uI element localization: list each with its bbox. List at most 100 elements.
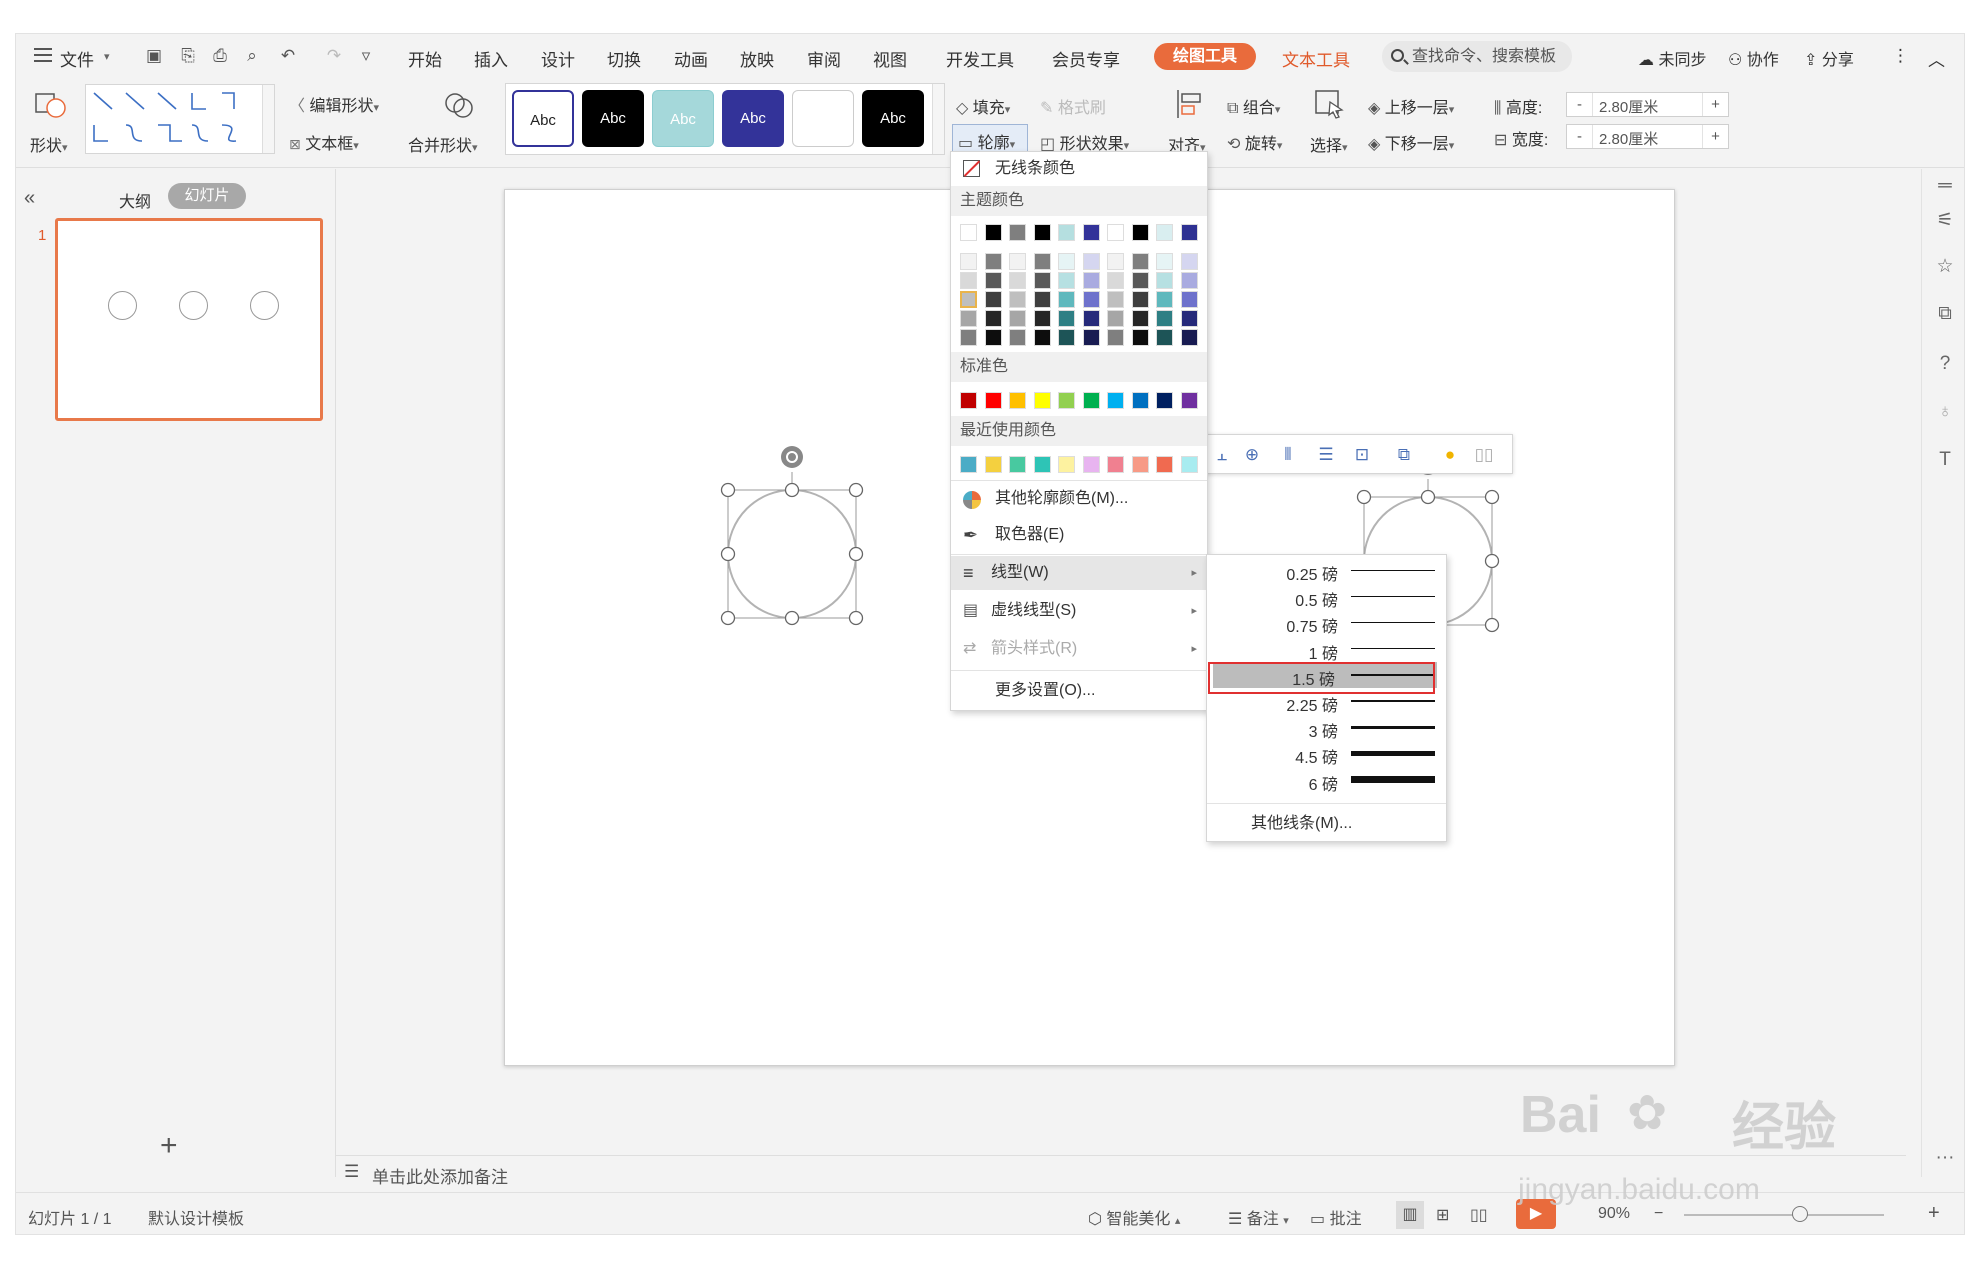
theme-shade-swatch[interactable] bbox=[1082, 329, 1100, 346]
theme-shade-swatch[interactable] bbox=[1131, 310, 1149, 327]
theme-shade-swatch[interactable] bbox=[1180, 291, 1198, 308]
distribute-horizontal-icon[interactable]: ⫴ bbox=[1277, 445, 1299, 465]
theme-color-swatch[interactable] bbox=[1033, 224, 1051, 241]
standard-color-swatch[interactable] bbox=[1180, 392, 1198, 409]
redo-icon[interactable]: ↷ bbox=[324, 46, 344, 66]
edit-shape-button[interactable]: 〈 编辑形状▾ bbox=[289, 92, 379, 116]
theme-shade-swatch[interactable] bbox=[1009, 272, 1026, 289]
select-button[interactable]: 选择▾ bbox=[1310, 132, 1348, 156]
theme-color-swatch[interactable] bbox=[1058, 224, 1075, 241]
text-box-button[interactable]: ⊠ 文本框▾ bbox=[289, 130, 359, 154]
standard-color-swatch[interactable] bbox=[1156, 392, 1173, 409]
tab-design[interactable]: 设计 bbox=[541, 46, 575, 71]
rotate-button[interactable]: ⟲ 旋转▾ bbox=[1227, 130, 1282, 154]
theme-shade-swatch[interactable] bbox=[1180, 310, 1198, 327]
align-icon[interactable] bbox=[1174, 88, 1208, 120]
fill-button[interactable]: ◇ 填充▾ bbox=[956, 94, 1010, 118]
theme-shade-swatch[interactable] bbox=[1107, 272, 1124, 289]
tab-view[interactable]: 视图 bbox=[873, 46, 907, 71]
eyedropper-item[interactable]: ✒ 取色器(E) bbox=[951, 518, 1207, 552]
theme-color-swatch[interactable] bbox=[1131, 224, 1149, 241]
file-menu[interactable]: 文件 bbox=[60, 46, 94, 71]
lightbulb-icon[interactable]: ● bbox=[1439, 445, 1461, 465]
theme-color-swatch[interactable] bbox=[1180, 224, 1198, 241]
theme-shade-swatch[interactable] bbox=[1107, 310, 1124, 327]
theme-shade-swatch[interactable] bbox=[1009, 329, 1026, 346]
theme-shade-swatch[interactable] bbox=[1180, 272, 1198, 289]
tab-slideshow[interactable]: 放映 bbox=[740, 46, 774, 71]
theme-shade-swatch[interactable] bbox=[984, 253, 1002, 270]
theme-shade-swatch[interactable] bbox=[1058, 272, 1075, 289]
align-bottom-icon[interactable]: ⫠ bbox=[1211, 445, 1233, 465]
theme-shade-swatch[interactable] bbox=[960, 291, 977, 308]
style-white[interactable] bbox=[792, 90, 854, 147]
theme-shade-swatch[interactable] bbox=[1156, 329, 1173, 346]
circle-shape-left[interactable] bbox=[720, 446, 864, 626]
line-weight-option[interactable]: 0.75 磅 bbox=[1207, 609, 1446, 636]
theme-shade-swatch[interactable] bbox=[1058, 291, 1075, 308]
theme-shade-swatch[interactable] bbox=[1033, 291, 1051, 308]
theme-shade-swatch[interactable] bbox=[1082, 310, 1100, 327]
shape-style-gallery[interactable]: Abc Abc Abc Abc Abc bbox=[505, 83, 945, 155]
bring-forward-button[interactable]: ◈ 上移一层▾ bbox=[1368, 94, 1454, 118]
sync-status[interactable]: ☁ 未同步 bbox=[1638, 46, 1706, 70]
recent-color-swatch[interactable] bbox=[1180, 456, 1198, 473]
outline-button[interactable]: ▭ 轮廓▾ bbox=[952, 124, 1028, 152]
theme-shade-swatch[interactable] bbox=[960, 272, 977, 289]
width-value[interactable]: 2.80厘米 bbox=[1599, 128, 1658, 149]
theme-color-swatch[interactable] bbox=[960, 224, 977, 241]
theme-shade-swatch[interactable] bbox=[960, 329, 977, 346]
recent-color-swatch[interactable] bbox=[1058, 456, 1075, 473]
line-weight-option[interactable]: 4.5 磅 bbox=[1207, 740, 1446, 767]
theme-shade-swatch[interactable] bbox=[1180, 329, 1198, 346]
theme-shade-swatch[interactable] bbox=[960, 253, 977, 270]
share-button[interactable]: ⇪ 分享 bbox=[1804, 46, 1854, 70]
theme-shade-swatch[interactable] bbox=[1131, 253, 1149, 270]
style-indigo[interactable]: Abc bbox=[722, 90, 784, 147]
theme-color-swatch[interactable] bbox=[1156, 224, 1173, 241]
standard-color-swatch[interactable] bbox=[1082, 392, 1100, 409]
theme-shade-swatch[interactable] bbox=[984, 310, 1002, 327]
line-shape-gallery[interactable] bbox=[85, 84, 275, 154]
more-settings-item[interactable]: 更多设置(O)... bbox=[951, 674, 1207, 708]
gallery-scrollbar[interactable] bbox=[262, 85, 274, 153]
style-black[interactable]: Abc bbox=[582, 90, 644, 147]
theme-shade-swatch[interactable] bbox=[1131, 291, 1149, 308]
theme-shade-swatch[interactable] bbox=[984, 329, 1002, 346]
reading-view-icon[interactable]: ▯▯ bbox=[1470, 1205, 1488, 1225]
help-icon[interactable]: ? bbox=[1933, 353, 1957, 377]
theme-shade-swatch[interactable] bbox=[1107, 329, 1124, 346]
menu-icon[interactable] bbox=[34, 48, 52, 62]
template-name[interactable]: 默认设计模板 bbox=[148, 1205, 244, 1229]
merge-shape-button[interactable]: 合并形状▾ bbox=[408, 132, 478, 156]
theme-shade-swatch[interactable] bbox=[1082, 291, 1100, 308]
add-slide-icon[interactable]: + bbox=[160, 1129, 178, 1163]
theme-shade-swatch[interactable] bbox=[1033, 310, 1051, 327]
collaborate-button[interactable]: ⚇ 协作 bbox=[1728, 46, 1779, 70]
standard-color-swatch[interactable] bbox=[1009, 392, 1026, 409]
command-search[interactable]: 查找命令、搜索模板 bbox=[1382, 41, 1572, 72]
notes-button[interactable]: ☰ 备注 ▾ bbox=[1228, 1205, 1289, 1229]
height-increase[interactable]: + bbox=[1702, 93, 1728, 116]
theme-shade-swatch[interactable] bbox=[984, 272, 1002, 289]
height-value[interactable]: 2.80厘米 bbox=[1599, 96, 1658, 117]
file-dropdown-icon[interactable]: ▾ bbox=[104, 50, 110, 63]
height-field[interactable]: - 2.80厘米 + bbox=[1566, 92, 1729, 117]
more-layout-icon[interactable]: ▯▯ bbox=[1473, 445, 1495, 465]
slide-thumbnail[interactable] bbox=[55, 218, 323, 421]
theme-shade-swatch[interactable] bbox=[1082, 253, 1100, 270]
theme-shade-swatch[interactable] bbox=[1131, 272, 1149, 289]
comments-button[interactable]: ▭ 批注 bbox=[1310, 1205, 1362, 1229]
text-icon[interactable]: T bbox=[1933, 449, 1957, 473]
collapse-panel-icon[interactable]: « bbox=[24, 187, 35, 210]
tab-insert[interactable]: 插入 bbox=[474, 46, 508, 71]
style-teal[interactable]: Abc bbox=[652, 90, 714, 147]
smart-beautify-button[interactable]: ⬡ 智能美化 ▴ bbox=[1088, 1205, 1180, 1229]
recent-color-swatch[interactable] bbox=[1131, 456, 1149, 473]
style-black-2[interactable]: Abc bbox=[862, 90, 924, 147]
theme-shade-swatch[interactable] bbox=[1009, 310, 1026, 327]
customize-toolbar-icon[interactable]: ▿ bbox=[356, 46, 376, 66]
shape-button[interactable]: 形状▾ bbox=[30, 132, 68, 156]
tab-text-tools[interactable]: 文本工具 bbox=[1282, 46, 1350, 71]
tab-developer[interactable]: 开发工具 bbox=[946, 46, 1014, 71]
